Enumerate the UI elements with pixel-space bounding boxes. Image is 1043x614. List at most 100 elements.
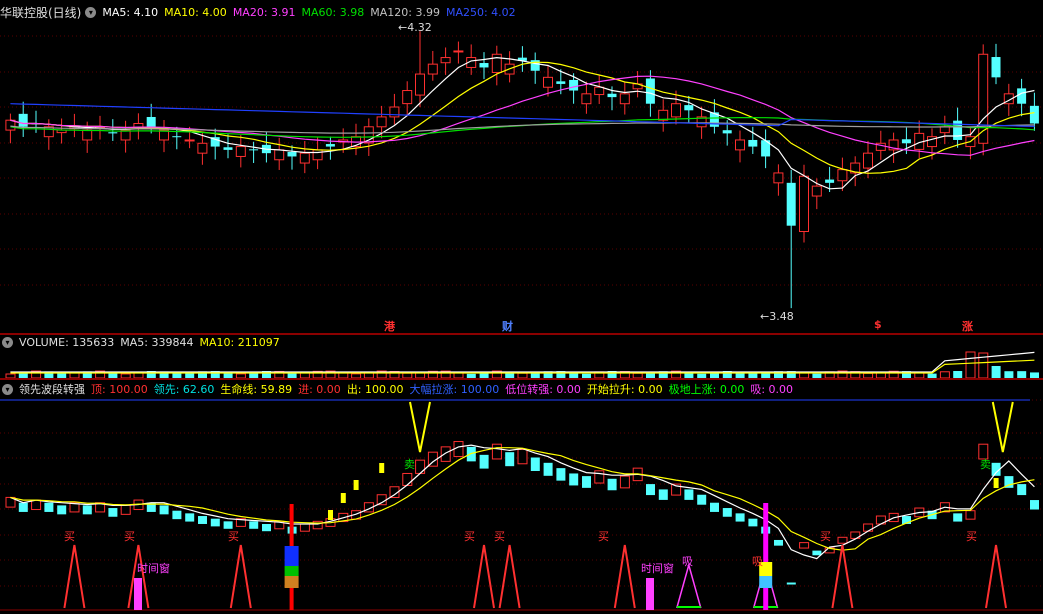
candle[interactable] — [953, 107, 963, 148]
candle[interactable] — [491, 45, 502, 86]
candle[interactable] — [56, 118, 67, 144]
lead-bar — [837, 536, 848, 544]
buy-signal-label: 买 — [64, 530, 75, 543]
candle[interactable] — [312, 137, 323, 170]
rise-flag — [353, 480, 359, 490]
indicator-value-4: 出: 100.00 — [346, 383, 404, 396]
lead-bar — [453, 441, 464, 458]
candle[interactable] — [402, 81, 413, 117]
candle[interactable] — [530, 52, 540, 84]
lead-bar — [812, 550, 822, 556]
lead-bar — [619, 475, 630, 489]
candle[interactable] — [427, 50, 438, 81]
candle[interactable] — [249, 141, 259, 163]
candle[interactable] — [223, 134, 233, 159]
candle[interactable] — [1017, 78, 1027, 117]
candle[interactable] — [761, 129, 771, 169]
candle[interactable] — [453, 41, 464, 64]
lead-bar — [415, 459, 426, 474]
indicator-value-8: 极地上涨: 0.00 — [668, 383, 745, 396]
volume-header: ▾ VOLUME: 135633 MA5: 339844 MA10: 21109… — [0, 334, 286, 350]
candle[interactable] — [799, 164, 809, 243]
chevron-down-icon[interactable]: ▾ — [2, 383, 13, 395]
volume-bar[interactable] — [953, 371, 963, 378]
volume-bar[interactable] — [1004, 371, 1014, 378]
lead-bar — [646, 484, 655, 496]
candle[interactable] — [261, 132, 271, 163]
event-marker-hk[interactable]: 港 — [384, 318, 395, 334]
buy-signal — [229, 544, 252, 609]
event-marker-dollar[interactable]: $ — [874, 318, 882, 331]
lead-bar — [185, 513, 195, 522]
candle[interactable] — [504, 51, 515, 83]
lead-bar — [505, 452, 515, 467]
candle[interactable] — [914, 120, 925, 159]
candle[interactable] — [581, 81, 592, 114]
candle[interactable] — [287, 145, 297, 170]
time-window-bar — [134, 578, 142, 610]
indicator-value-0: 顶: 100.00 — [91, 383, 148, 396]
candle[interactable] — [517, 46, 527, 72]
high-price-marker: ←4.32 — [398, 21, 432, 34]
volume-bar[interactable] — [965, 351, 976, 379]
lead-bar — [735, 513, 745, 522]
volume-bar[interactable] — [1017, 371, 1027, 378]
indicator-value-1: 领先: 62.60 — [153, 383, 215, 396]
candle[interactable] — [543, 64, 553, 97]
candle[interactable] — [389, 93, 400, 125]
lead-bar — [172, 510, 182, 520]
candle[interactable] — [837, 157, 848, 192]
candle[interactable] — [108, 119, 118, 141]
buy-signal — [831, 544, 854, 609]
chevron-down-icon[interactable]: ▾ — [2, 336, 13, 348]
buy-signal-label: 买 — [464, 530, 475, 543]
candle[interactable] — [991, 43, 1001, 85]
candle[interactable] — [415, 31, 425, 108]
candle[interactable] — [594, 74, 605, 104]
event-marker-rise[interactable]: 涨 — [962, 318, 973, 334]
candle[interactable] — [351, 123, 361, 156]
candle[interactable] — [440, 47, 451, 75]
candle[interactable] — [479, 52, 489, 80]
sell-signal-label: 卖 — [404, 458, 415, 471]
indicator-title[interactable]: 领先波段转强 — [19, 381, 85, 397]
chevron-down-icon[interactable]: ▾ — [85, 6, 97, 18]
lead-bar — [965, 510, 976, 520]
candle[interactable] — [786, 169, 796, 309]
time-window-label: 时间窗 — [137, 562, 170, 575]
stock-title[interactable]: 华联控股(日线) — [0, 4, 81, 21]
lead-bar — [710, 502, 719, 512]
event-marker-finance[interactable]: 财 — [502, 318, 513, 334]
candle[interactable] — [773, 164, 784, 196]
rise-flag — [328, 510, 333, 520]
candle[interactable] — [325, 136, 335, 160]
indicator-values: 顶: 100.00 领先: 62.60 生命线: 59.89 进: 0.00 出: 10… — [91, 381, 799, 397]
signal-block — [284, 576, 299, 588]
main-chart-header: 华联控股(日线) ▾ MA5: 4.10 MA10: 4.00 MA20: 3.… — [0, 4, 522, 20]
candle[interactable] — [299, 140, 310, 174]
candle[interactable] — [235, 135, 246, 168]
candle[interactable] — [133, 113, 144, 140]
candle[interactable] — [978, 44, 989, 156]
ma120-label: MA120: 3.99 — [370, 5, 440, 19]
candle[interactable] — [159, 119, 169, 153]
pane-separator[interactable] — [0, 378, 1043, 380]
low-price-marker: ←3.48 — [760, 310, 794, 323]
candle[interactable] — [939, 115, 950, 145]
candle[interactable] — [735, 130, 745, 163]
candle[interactable] — [5, 113, 16, 144]
lead-bar — [440, 446, 451, 462]
volume-bar[interactable] — [991, 366, 1001, 378]
indicator-value-6: 低位转强: 0.00 — [505, 383, 581, 396]
volume-bars — [5, 351, 1039, 379]
candle[interactable] — [120, 120, 131, 153]
candle[interactable] — [197, 132, 208, 165]
candle[interactable] — [466, 44, 477, 75]
stock-chart[interactable] — [0, 0, 1043, 614]
lead-bar — [402, 472, 413, 486]
candle[interactable] — [619, 82, 630, 115]
ma60-label: MA60: 3.98 — [301, 5, 365, 19]
candle[interactable] — [658, 99, 669, 132]
candle[interactable] — [31, 110, 41, 133]
absorb-label: 吸 — [682, 555, 693, 568]
